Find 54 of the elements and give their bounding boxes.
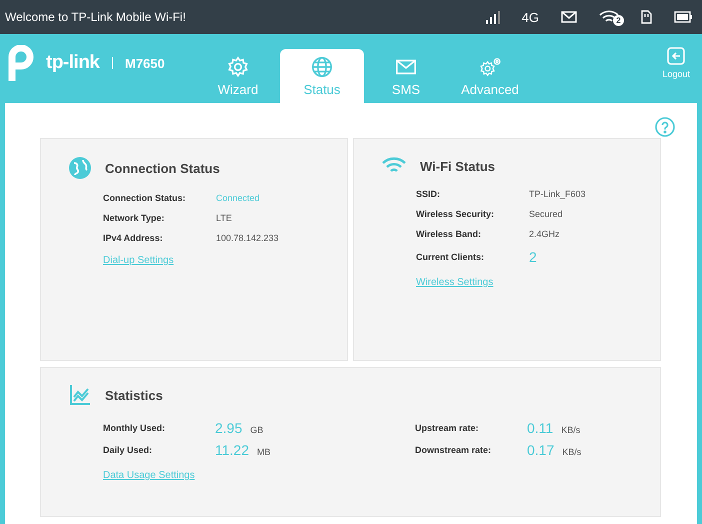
nav-tab[interactable]: Advanced bbox=[448, 49, 532, 103]
field-label: Network Type: bbox=[103, 213, 166, 223]
stat-unit: MB bbox=[257, 447, 270, 457]
stat-unit: KB/s bbox=[562, 447, 582, 457]
logout-icon bbox=[666, 46, 686, 66]
stat-value: 11.22 bbox=[215, 442, 249, 458]
field-label: Downstream rate: bbox=[415, 445, 492, 455]
card-title: Wi-Fi Status bbox=[420, 158, 495, 174]
line-chart-icon bbox=[69, 384, 91, 406]
nav-tab[interactable]: Status bbox=[280, 49, 364, 103]
field-value: 2.4GHz bbox=[529, 229, 561, 239]
field-label: Wireless Band: bbox=[416, 229, 482, 239]
dial-up-settings-link[interactable]: Dial-up Settings bbox=[103, 255, 174, 266]
field-value: TP-Link_F603 bbox=[529, 189, 587, 199]
signal-icon bbox=[486, 10, 500, 24]
nav-tab[interactable]: SMS bbox=[364, 49, 448, 103]
field-label: Wireless Security: bbox=[416, 209, 495, 219]
stat-value: 0.17 bbox=[527, 442, 554, 458]
network-type: 4G bbox=[522, 10, 539, 24]
wifi-icon bbox=[599, 10, 619, 24]
field-label: Daily Used: bbox=[103, 445, 154, 455]
data-usage-settings-link[interactable]: Data Usage Settings bbox=[103, 470, 195, 481]
mail-icon bbox=[561, 11, 577, 23]
nav-tab[interactable]: Wizard bbox=[196, 49, 280, 103]
field-value: Secured bbox=[529, 209, 564, 219]
card-title: Statistics bbox=[105, 388, 163, 402]
logout-button[interactable]: Logout bbox=[662, 46, 690, 79]
field-value: LTE bbox=[216, 213, 233, 223]
field-label: SSID: bbox=[416, 189, 442, 199]
field-label: IPv4 Address: bbox=[103, 233, 164, 243]
stat-unit: KB/s bbox=[561, 425, 580, 435]
card-title: Connection Status bbox=[105, 160, 220, 176]
globe-icon bbox=[311, 56, 333, 78]
model-name: M7650 bbox=[125, 56, 165, 70]
stat-value: 2.95 bbox=[215, 420, 242, 436]
stat-value: 0.11 bbox=[527, 420, 554, 436]
globe-icon bbox=[69, 157, 91, 179]
field-label: Upstream rate: bbox=[415, 423, 480, 433]
gear-icon bbox=[227, 56, 249, 78]
welcome-text: Welcome to TP-Link Mobile Wi-Fi! bbox=[5, 10, 187, 24]
stat-unit: GB bbox=[250, 425, 264, 435]
field-label: Current Clients: bbox=[416, 252, 486, 262]
client-count-badge: 2 bbox=[613, 15, 624, 26]
battery-icon bbox=[674, 11, 692, 23]
sim-card-icon bbox=[641, 10, 652, 24]
field-value: 100.78.142.233 bbox=[216, 233, 280, 243]
help-icon[interactable] bbox=[655, 117, 675, 137]
field-label: Connection Status: bbox=[103, 193, 186, 203]
field-label: Monthly Used: bbox=[103, 423, 166, 433]
status-value: Connected bbox=[216, 193, 261, 203]
count-value: 2 bbox=[529, 249, 538, 265]
gears-icon bbox=[479, 56, 501, 78]
brand-name: tp-link bbox=[46, 52, 100, 74]
wireless-settings-link[interactable]: Wireless Settings bbox=[416, 277, 494, 288]
